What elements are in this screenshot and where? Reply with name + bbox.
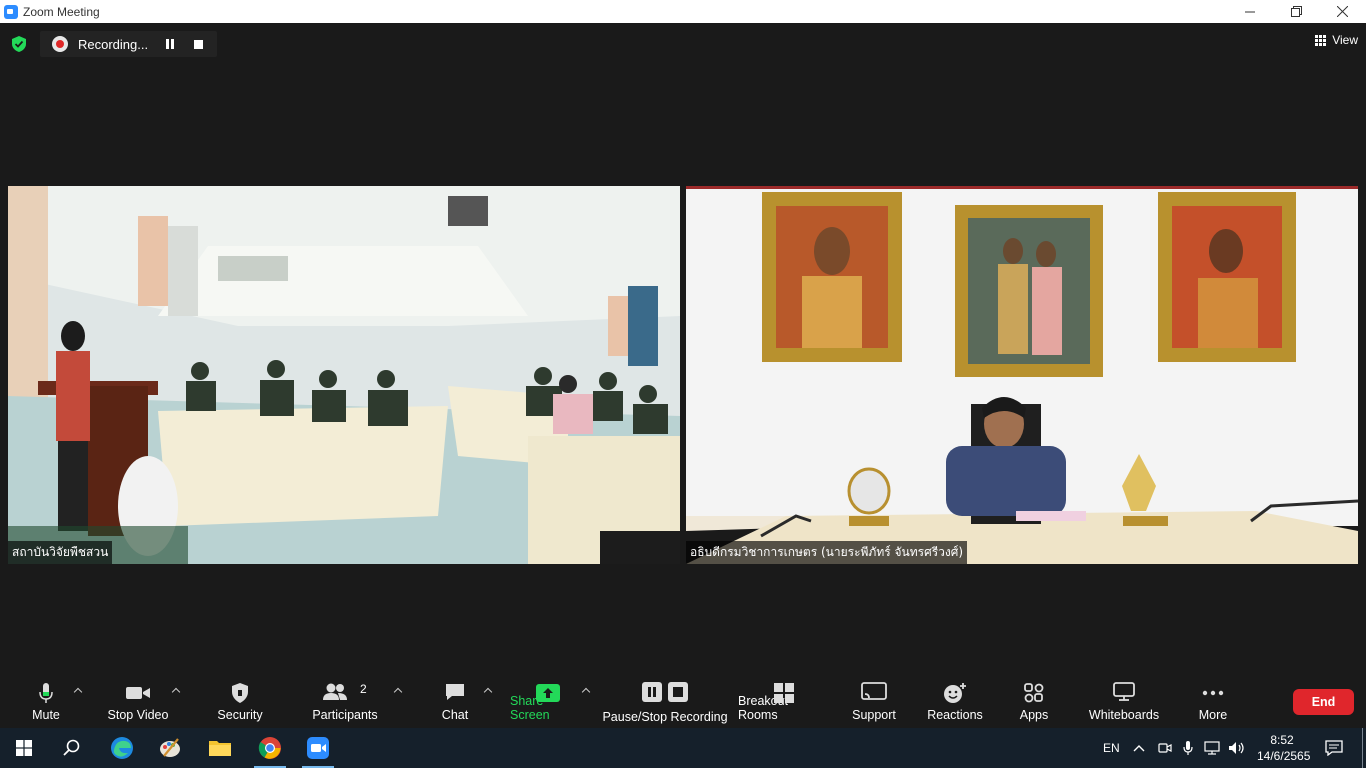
apps-icon bbox=[1024, 683, 1044, 703]
volume-icon[interactable] bbox=[1228, 728, 1246, 768]
participant-count: 2 bbox=[360, 682, 367, 696]
share-screen-arrow-icon bbox=[536, 684, 560, 702]
window-title: Zoom Meeting bbox=[23, 4, 100, 19]
microphone-tray-icon[interactable] bbox=[1183, 728, 1193, 768]
support-cast-icon bbox=[861, 682, 887, 700]
file-explorer-icon[interactable] bbox=[196, 728, 244, 768]
view-button[interactable]: View bbox=[1315, 33, 1358, 47]
pause-recording-icon[interactable] bbox=[166, 39, 174, 49]
breakout-rooms-button[interactable]: Breakout Rooms bbox=[738, 678, 830, 728]
edge-browser-icon[interactable] bbox=[98, 728, 146, 768]
camera-icon bbox=[126, 687, 150, 699]
zoom-logo-icon bbox=[4, 4, 18, 19]
taskbar-clock[interactable]: 8:52 14/6/2565 bbox=[1257, 732, 1311, 764]
title-bar: Zoom Meeting bbox=[0, 0, 1366, 23]
support-label: Support bbox=[852, 708, 896, 722]
whiteboard-icon bbox=[1113, 682, 1135, 701]
breakout-rooms-icon bbox=[774, 683, 794, 703]
reactions-label: Reactions bbox=[927, 708, 983, 722]
more-dots-icon bbox=[1202, 690, 1224, 696]
chat-label: Chat bbox=[441, 708, 469, 722]
search-icon[interactable] bbox=[48, 728, 96, 768]
apps-label: Apps bbox=[1019, 708, 1049, 722]
show-hidden-icons-chevron-icon[interactable] bbox=[1133, 728, 1145, 768]
chat-button[interactable]: Chat bbox=[430, 678, 480, 728]
apps-button[interactable]: Apps bbox=[1012, 678, 1056, 728]
mute-label: Mute bbox=[32, 708, 60, 722]
recording-status: Recording... bbox=[78, 36, 149, 52]
participants-icon bbox=[323, 683, 348, 700]
zoom-app-icon[interactable] bbox=[294, 728, 342, 768]
security-shield-icon bbox=[232, 683, 248, 703]
stop-video-button[interactable]: Stop Video bbox=[103, 678, 173, 728]
microphone-icon bbox=[39, 683, 53, 703]
chat-options-chevron-icon[interactable] bbox=[484, 686, 492, 694]
pause-stop-icon bbox=[642, 682, 688, 702]
participants-label: Participants bbox=[312, 708, 378, 722]
reactions-button[interactable]: Reactions bbox=[924, 678, 986, 728]
whiteboards-label: Whiteboards bbox=[1088, 708, 1160, 722]
end-meeting-button[interactable]: End bbox=[1293, 689, 1354, 715]
whiteboards-button[interactable]: Whiteboards bbox=[1084, 678, 1164, 728]
meeting-area: Recording... View สถาบันวิจัยพืชสวน อธิบ… bbox=[0, 23, 1366, 678]
stop-video-label: Stop Video bbox=[107, 708, 169, 722]
windows-start-icon[interactable] bbox=[0, 728, 48, 768]
participants-options-chevron-icon[interactable] bbox=[394, 686, 402, 694]
clock-date: 14/6/2565 bbox=[1257, 749, 1311, 763]
windows-taskbar: EN 8:52 14/6/2565 bbox=[0, 728, 1366, 768]
security-label: Security bbox=[217, 708, 263, 722]
participant-name-right: อธิบดีกรมวิชาการเกษตร (นายระพีภัทร์ จันท… bbox=[686, 541, 968, 564]
share-options-chevron-icon[interactable] bbox=[582, 686, 590, 694]
stop-recording-icon[interactable] bbox=[194, 39, 203, 49]
video-tile-left[interactable]: สถาบันวิจัยพืชสวน bbox=[8, 186, 680, 564]
chrome-browser-icon[interactable] bbox=[246, 728, 294, 768]
support-button[interactable]: Support bbox=[846, 678, 902, 728]
recording-indicator: Recording... bbox=[40, 31, 217, 57]
view-label: View bbox=[1332, 33, 1358, 47]
restore-button[interactable] bbox=[1273, 0, 1319, 23]
encryption-shield-icon[interactable] bbox=[10, 35, 28, 53]
security-button[interactable]: Security bbox=[210, 678, 270, 728]
language-label: EN bbox=[1103, 741, 1120, 755]
video-tile-right[interactable]: อธิบดีกรมวิชาการเกษตร (นายระพีภัทร์ จันท… bbox=[686, 186, 1358, 564]
chat-bubble-icon bbox=[446, 684, 464, 700]
grid-view-icon bbox=[1315, 34, 1327, 46]
audio-options-chevron-icon[interactable] bbox=[74, 686, 82, 694]
participants-button[interactable]: 2 Participants bbox=[310, 678, 380, 728]
meeting-toolbar: Mute Stop Video Security 2 Participants … bbox=[0, 678, 1366, 728]
language-indicator[interactable]: EN bbox=[1103, 728, 1120, 768]
mute-button[interactable]: Mute bbox=[22, 678, 70, 728]
network-icon[interactable] bbox=[1204, 728, 1222, 768]
notifications-icon[interactable] bbox=[1325, 728, 1343, 768]
participant-name-left: สถาบันวิจัยพืชสวน bbox=[8, 541, 113, 564]
more-label: More bbox=[1198, 708, 1228, 722]
video-options-chevron-icon[interactable] bbox=[172, 686, 180, 694]
more-button[interactable]: More bbox=[1190, 678, 1236, 728]
reactions-smiley-icon bbox=[944, 683, 966, 703]
paint-icon[interactable] bbox=[146, 728, 194, 768]
camera-tray-icon[interactable] bbox=[1158, 728, 1172, 768]
clock-time: 8:52 bbox=[1270, 733, 1294, 747]
close-button[interactable] bbox=[1319, 0, 1365, 23]
record-icon bbox=[52, 36, 68, 52]
show-desktop-divider[interactable] bbox=[1362, 728, 1363, 768]
share-screen-button[interactable]: Share Screen bbox=[510, 678, 586, 728]
pause-stop-recording-label: Pause/Stop Recording bbox=[602, 710, 728, 724]
minimize-button[interactable] bbox=[1227, 0, 1273, 23]
pause-stop-recording-button[interactable]: Pause/Stop Recording bbox=[602, 678, 728, 728]
